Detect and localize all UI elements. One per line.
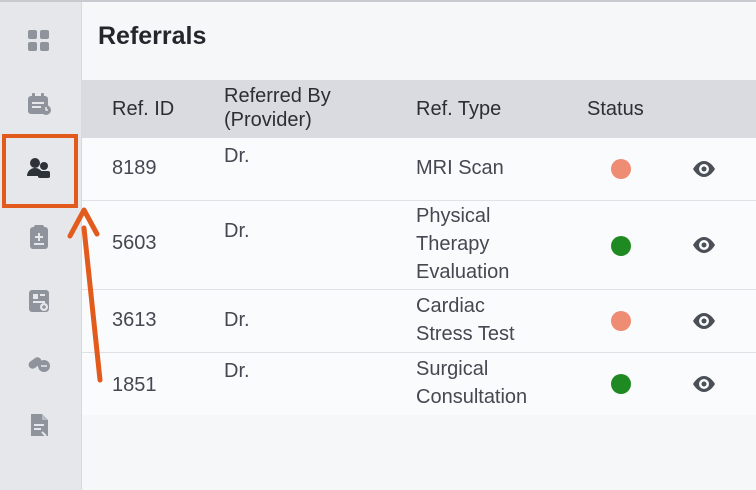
- referrals-table: Ref. ID Referred By (Provider) Ref. Type…: [82, 80, 756, 415]
- ref-id: 8189: [112, 157, 157, 179]
- status-indicator: [611, 236, 631, 256]
- ref-type-line: Evaluation: [416, 261, 510, 283]
- ref-type: Surgical Consultation: [416, 355, 527, 411]
- clipboard-icon[interactable]: [24, 222, 54, 252]
- provider-name: Dr.: [224, 360, 250, 382]
- dashboard-icon[interactable]: [24, 26, 54, 56]
- header-referred-by-line1: Referred By: [224, 85, 331, 107]
- ref-type-line: Surgical: [416, 358, 489, 380]
- view-eye-icon[interactable]: [690, 231, 718, 259]
- ref-type-line: Therapy: [416, 233, 490, 255]
- provider-name: Dr.: [224, 220, 250, 242]
- page-title: Referrals: [98, 22, 207, 50]
- ref-type: MRI Scan: [416, 154, 504, 182]
- status-indicator: [611, 311, 631, 331]
- provider-name: Dr.: [224, 309, 250, 331]
- ref-type-line: Stress Test: [416, 323, 515, 345]
- sidebar: [0, 2, 82, 490]
- ref-type-line: Physical: [416, 205, 491, 227]
- header-ref-id: Ref. ID: [112, 98, 175, 120]
- main-content: Referrals Ref. ID Referred By (Provider)…: [82, 2, 756, 490]
- provider-name: Dr.: [224, 145, 250, 167]
- active-nav-highlight: [2, 134, 78, 208]
- header-referred-by-line2: (Provider): [224, 109, 312, 131]
- header-status: Status: [587, 98, 644, 120]
- ref-id: 1851: [112, 374, 157, 396]
- view-eye-icon[interactable]: [690, 307, 718, 335]
- status-indicator: [611, 159, 631, 179]
- table-header: Ref. ID Referred By (Provider) Ref. Type…: [82, 80, 756, 138]
- records-icon[interactable]: [24, 286, 54, 316]
- status-indicator: [611, 374, 631, 394]
- medication-icon[interactable]: [24, 348, 54, 378]
- ref-type-line: Cardiac: [416, 295, 485, 317]
- table-row: 5603 Dr. Physical Therapy Evaluation: [82, 201, 756, 290]
- app-frame: Referrals Ref. ID Referred By (Provider)…: [0, 0, 756, 490]
- header-referred-by: Referred By (Provider): [224, 84, 331, 132]
- ref-type-line: Consultation: [416, 386, 528, 408]
- view-eye-icon[interactable]: [690, 370, 718, 398]
- table-row: 1851 Dr. Surgical Consultation: [82, 353, 756, 415]
- ref-type: Physical Therapy Evaluation: [416, 202, 509, 286]
- table-row: 8189 Dr. MRI Scan: [82, 138, 756, 201]
- view-eye-icon[interactable]: [690, 155, 718, 183]
- header-ref-type: Ref. Type: [416, 98, 502, 120]
- ref-type: Cardiac Stress Test: [416, 292, 515, 348]
- document-icon[interactable]: [24, 410, 54, 440]
- ref-type-line: MRI Scan: [416, 157, 504, 179]
- ref-id: 3613: [112, 309, 157, 331]
- appointments-icon[interactable]: [24, 90, 54, 120]
- table-row: 3613 Dr. Cardiac Stress Test: [82, 290, 756, 353]
- ref-id: 5603: [112, 232, 157, 254]
